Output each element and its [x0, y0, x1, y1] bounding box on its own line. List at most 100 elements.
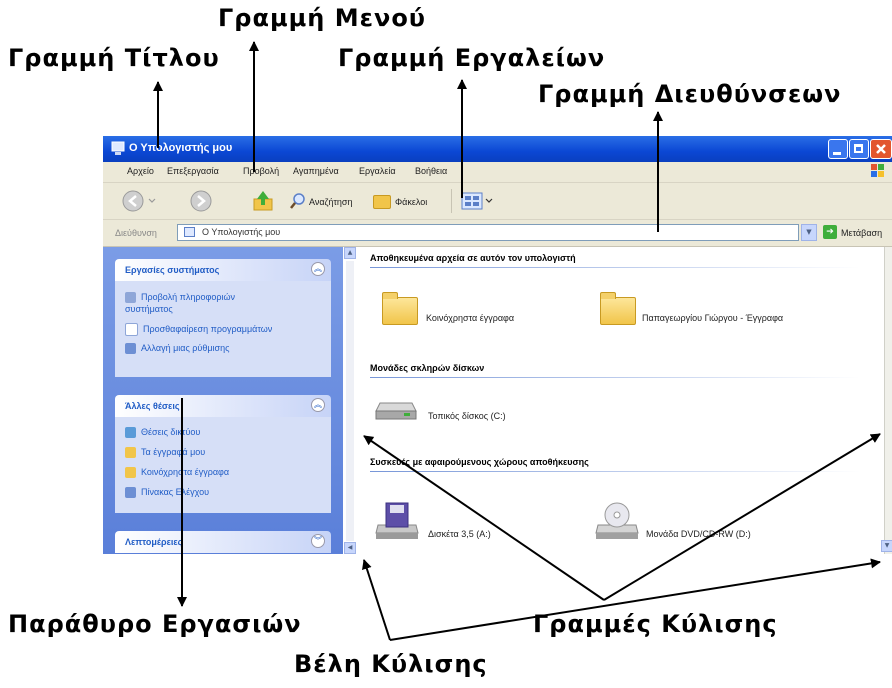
programs-icon	[125, 323, 138, 336]
group-title-stored-files: Αποθηκευμένα αρχεία σε αυτόν τον υπολογι…	[370, 253, 576, 263]
panel-title: Άλλες θέσεις	[125, 401, 180, 411]
folders-icon[interactable]	[373, 195, 391, 209]
place-my-documents[interactable]: Τα έγγραφά μου	[125, 447, 206, 459]
maximize-button[interactable]	[849, 139, 869, 159]
address-input[interactable]: Ο Υπολογιστής μου	[177, 224, 799, 241]
callout-title-bar: Γραμμή Τίτλου	[8, 44, 220, 72]
panel-header[interactable]: Λεπτομέρειες ︾	[115, 531, 331, 553]
address-value: Ο Υπολογιστής μου	[202, 227, 281, 237]
place-label: Πίνακας Ελέγχου	[141, 487, 210, 497]
folder-icon[interactable]	[382, 292, 418, 325]
control-panel-icon	[125, 343, 136, 355]
control-panel-icon	[125, 487, 136, 499]
folder-icon	[125, 467, 136, 479]
menu-tools[interactable]: Εργαλεία	[359, 166, 396, 176]
item-shared-documents[interactable]: Κοινόχρηστα έγγραφα	[426, 313, 514, 323]
computer-icon	[111, 141, 125, 155]
item-user-documents[interactable]: Παπαγεωργίου Γιώργου - Έγγραφα	[642, 313, 783, 323]
task-add-remove-programs[interactable]: Προσθαφαίρεση προγραμμάτων	[125, 323, 272, 336]
callout-scrollbars: Γραμμές Κύλισης	[533, 610, 778, 638]
group-title-removable: Συσκευές με αφαιρούμενους χώρους αποθήκε…	[370, 457, 589, 467]
task-label: Προβολή πληροφοριών συστήματος	[125, 292, 235, 315]
callout-menu-bar: Γραμμή Μενού	[218, 4, 427, 32]
scroll-down-arrow[interactable]: ▼	[881, 540, 892, 552]
collapse-chevron-icon[interactable]: ︽	[311, 262, 325, 276]
close-icon	[876, 144, 886, 154]
window-title: Ο Υπολογιστής μου	[129, 142, 233, 154]
callout-toolbar: Γραμμή Εργαλείων	[338, 44, 606, 72]
panel-system-tasks: Εργασίες συστήματος ︽ Προβολή πληροφοριώ…	[115, 259, 331, 377]
go-icon[interactable]: ➔	[823, 225, 837, 239]
panel-other-places: Άλλες θέσεις ︽ Θέσεις δικτύου Τα έγγραφά…	[115, 395, 331, 513]
folders-button-label[interactable]: Φάκελοι	[395, 197, 427, 207]
vertical-scrollbar[interactable]: ▼	[881, 247, 892, 554]
scroll-up-arrow[interactable]: ▲	[344, 247, 356, 259]
network-icon	[125, 427, 136, 439]
place-label: Κοινόχρηστα έγγραφα	[141, 467, 230, 477]
group-divider	[370, 267, 860, 268]
task-label: Αλλαγή μιας ρύθμισης	[141, 343, 230, 353]
floppy-drive-icon[interactable]	[374, 501, 420, 541]
folder-icon	[125, 447, 136, 459]
menu-bar: Αρχείο Επεξεργασία Προβολή Αγαπημένα Εργ…	[103, 162, 892, 183]
panel-body: Προβολή πληροφοριών συστήματος Προσθαφαί…	[115, 281, 331, 377]
address-label: Διεύθυνση	[115, 228, 157, 238]
views-icon[interactable]	[461, 191, 495, 211]
menu-file[interactable]: Αρχείο	[127, 166, 154, 176]
scroll-left-arrow[interactable]: ◀	[344, 542, 356, 554]
menu-view[interactable]: Προβολή	[243, 166, 279, 176]
go-button-label[interactable]: Μετάβαση	[841, 228, 882, 238]
minimize-button[interactable]	[828, 139, 848, 159]
panel-details: Λεπτομέρειες ︾	[115, 531, 331, 554]
arrow-scroll-arrow-left	[362, 559, 391, 641]
place-label: Θέσεις δικτύου	[141, 427, 201, 437]
item-local-disk-c[interactable]: Τοπικός δίσκος (C:)	[428, 411, 506, 421]
task-pane: Εργασίες συστήματος ︽ Προβολή πληροφοριώ…	[103, 247, 343, 554]
hard-drive-icon[interactable]	[374, 397, 418, 423]
place-shared-documents[interactable]: Κοινόχρηστα έγγραφα	[125, 467, 230, 479]
back-button[interactable]	[121, 189, 161, 213]
callout-scroll-arrows: Βέλη Κύλισης	[294, 650, 488, 678]
forward-button[interactable]	[189, 189, 213, 213]
expand-chevron-icon[interactable]: ︾	[311, 534, 325, 548]
up-folder-button[interactable]	[251, 189, 275, 213]
system-info-icon	[125, 292, 136, 304]
explorer-window: Ο Υπολογιστής μου Αρχείο Επεξεργασία Προ…	[103, 136, 892, 554]
title-bar[interactable]: Ο Υπολογιστής μου	[103, 136, 892, 162]
content-area: ▲ ◀ Αποθηκευμένα αρχεία σε αυτόν τον υπο…	[344, 247, 884, 554]
item-floppy-a[interactable]: Δισκέτα 3,5 (A:)	[428, 529, 491, 539]
item-dvd-d[interactable]: Μονάδα DVD/CD-RW (D:)	[646, 529, 751, 539]
panel-body: Θέσεις δικτύου Τα έγγραφά μου Κοινόχρηστ…	[115, 417, 331, 513]
panel-title: Λεπτομέρειες	[125, 537, 183, 547]
group-title-hard-drives: Μονάδες σκληρών δίσκων	[370, 363, 485, 373]
toolbar-separator	[451, 189, 452, 213]
place-network[interactable]: Θέσεις δικτύου	[125, 427, 201, 439]
panel-header[interactable]: Άλλες θέσεις ︽	[115, 395, 331, 417]
address-computer-icon	[184, 227, 195, 237]
minimize-icon	[833, 152, 841, 155]
task-system-info[interactable]: Προβολή πληροφοριών συστήματος	[125, 291, 285, 315]
close-button[interactable]	[870, 139, 892, 159]
menu-edit[interactable]: Επεξεργασία	[167, 166, 219, 176]
panel-header[interactable]: Εργασίες συστήματος ︽	[115, 259, 331, 281]
content-inner-scrollbar[interactable]	[346, 261, 354, 541]
menu-help[interactable]: Βοήθεια	[415, 166, 447, 176]
chevron-down-icon: ▼	[806, 228, 812, 236]
folder-icon[interactable]	[600, 292, 636, 325]
maximize-icon	[854, 144, 863, 153]
collapse-chevron-icon[interactable]: ︽	[311, 398, 325, 412]
callout-address-bar: Γραμμή Διευθύνσεων	[538, 80, 842, 108]
search-icon[interactable]	[289, 192, 307, 210]
group-divider	[370, 471, 860, 472]
address-dropdown-button[interactable]: ▼	[801, 224, 817, 241]
address-bar: Διεύθυνση Ο Υπολογιστής μου ▼ ➔ Μετάβαση	[103, 220, 892, 247]
task-change-setting[interactable]: Αλλαγή μιας ρύθμισης	[125, 343, 230, 355]
dvd-drive-icon[interactable]	[594, 501, 640, 541]
group-divider	[370, 377, 860, 378]
callout-task-pane: Παράθυρο Εργασιών	[8, 610, 302, 638]
search-button-label[interactable]: Αναζήτηση	[309, 197, 352, 207]
task-label: Προσθαφαίρεση προγραμμάτων	[143, 323, 273, 334]
place-control-panel[interactable]: Πίνακας Ελέγχου	[125, 487, 210, 499]
menu-favorites[interactable]: Αγαπημένα	[293, 166, 339, 176]
place-label: Τα έγγραφά μου	[141, 447, 206, 457]
